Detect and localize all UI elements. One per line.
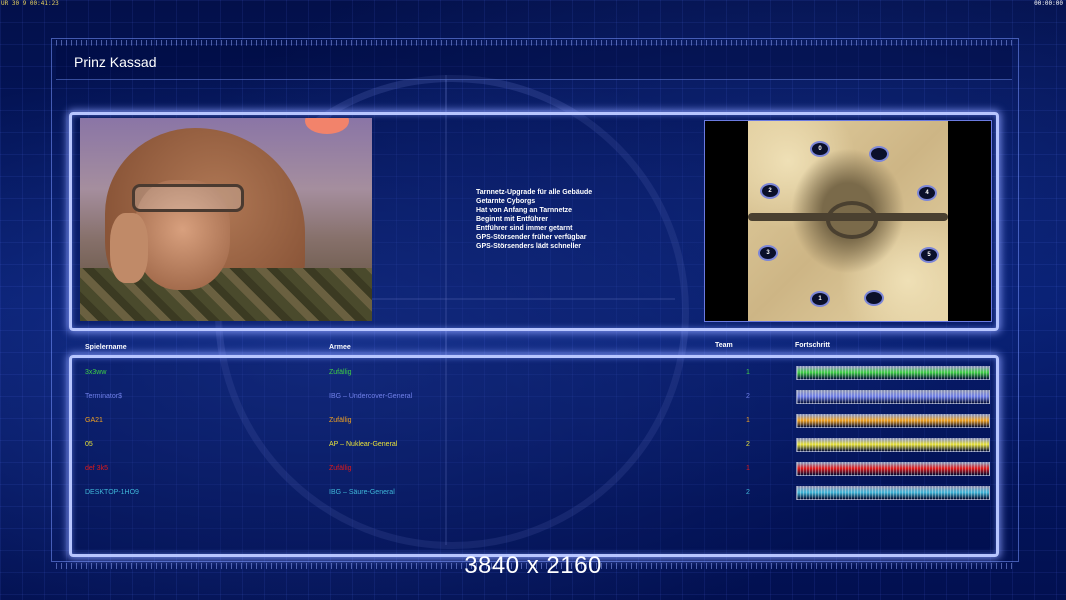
load-progress-bar — [796, 390, 990, 404]
header-player-name: Spielername — [85, 344, 127, 351]
player-row: 05 AP – Nuklear-General 2 — [0, 438, 1066, 452]
player-name: 3x3ww — [85, 369, 107, 376]
player-army: AP – Nuklear-General — [329, 441, 398, 448]
player-army: Zufällig — [329, 465, 352, 472]
trait-line: Entführer sind immer getarnt — [476, 225, 573, 232]
hud-bar: UR 30 9 00:41:23 00:00:00 — [0, 0, 1066, 8]
map-preview: 0 2 4 3 5 1 — [704, 120, 992, 322]
resolution-watermark: 3840 x 2160 — [464, 552, 602, 579]
header-team: Team — [715, 342, 733, 349]
start-position: 0 — [810, 141, 830, 157]
player-army: Zufällig — [329, 417, 352, 424]
player-name: DESKTOP-1HO9 — [85, 489, 139, 496]
load-progress-bar — [796, 462, 990, 476]
player-team: 2 — [746, 393, 750, 400]
player-name: def 3k5 — [85, 465, 108, 472]
load-progress-bar — [796, 366, 990, 380]
player-army: IBG – Säure-General — [329, 489, 395, 496]
player-row: GA21 Zufällig 1 — [0, 414, 1066, 428]
start-position — [864, 290, 884, 306]
player-team: 1 — [746, 417, 750, 424]
load-progress-bar — [796, 414, 990, 428]
trait-line: Tarnnetz-Upgrade für alle Gebäude — [476, 189, 593, 196]
header-army: Armee — [329, 344, 351, 351]
map-image: 0 2 4 3 5 1 — [748, 121, 948, 321]
start-position: 2 — [760, 183, 780, 199]
map-river-loop — [826, 201, 878, 239]
trait-line: GPS-Störsenders lädt schneller — [476, 243, 582, 250]
player-row: DESKTOP-1HO9 IBG – Säure-General 2 — [0, 486, 1066, 500]
general-portrait — [80, 118, 372, 321]
player-army: IBG – Undercover-General — [329, 393, 413, 400]
player-row: 3x3ww Zufällig 1 — [0, 366, 1066, 380]
player-name: GA21 — [85, 417, 103, 424]
load-progress-bar — [796, 486, 990, 500]
player-army: Zufällig — [329, 369, 352, 376]
player-team: 2 — [746, 441, 750, 448]
goggles — [132, 184, 244, 212]
player-name: 05 — [85, 441, 93, 448]
start-position: 1 — [810, 291, 830, 307]
trait-line: Hat von Anfang an Tarnnetze — [476, 207, 573, 214]
players-panel — [69, 355, 999, 557]
general-traits: Tarnnetz-Upgrade für alle Gebäude Getarn… — [476, 188, 592, 251]
title-bar — [56, 45, 1012, 80]
trait-line: GPS-Störsender früher verfügbar — [476, 234, 587, 241]
hud-clock: 00:00:00 — [1034, 0, 1063, 7]
trait-line: Beginnt mit Entführer — [476, 216, 548, 223]
player-row: def 3k5 Zufällig 1 — [0, 462, 1066, 476]
general-name: Prinz Kassad — [74, 54, 157, 70]
player-team: 1 — [746, 369, 750, 376]
start-position: 3 — [758, 245, 778, 261]
header-progress: Fortschritt — [795, 342, 830, 349]
player-row: Terminator$ IBG – Undercover-General 2 — [0, 390, 1066, 404]
load-progress-bar — [796, 438, 990, 452]
player-team: 2 — [746, 489, 750, 496]
player-name: Terminator$ — [85, 393, 122, 400]
hand-with-radio — [110, 213, 148, 283]
sun — [305, 118, 349, 134]
player-team: 1 — [746, 465, 750, 472]
start-position: 4 — [917, 185, 937, 201]
trait-line: Getarnte Cyborgs — [476, 198, 536, 205]
start-position: 5 — [919, 247, 939, 263]
hud-left-text: UR 30 9 00:41:23 — [1, 0, 59, 7]
start-position — [869, 146, 889, 162]
